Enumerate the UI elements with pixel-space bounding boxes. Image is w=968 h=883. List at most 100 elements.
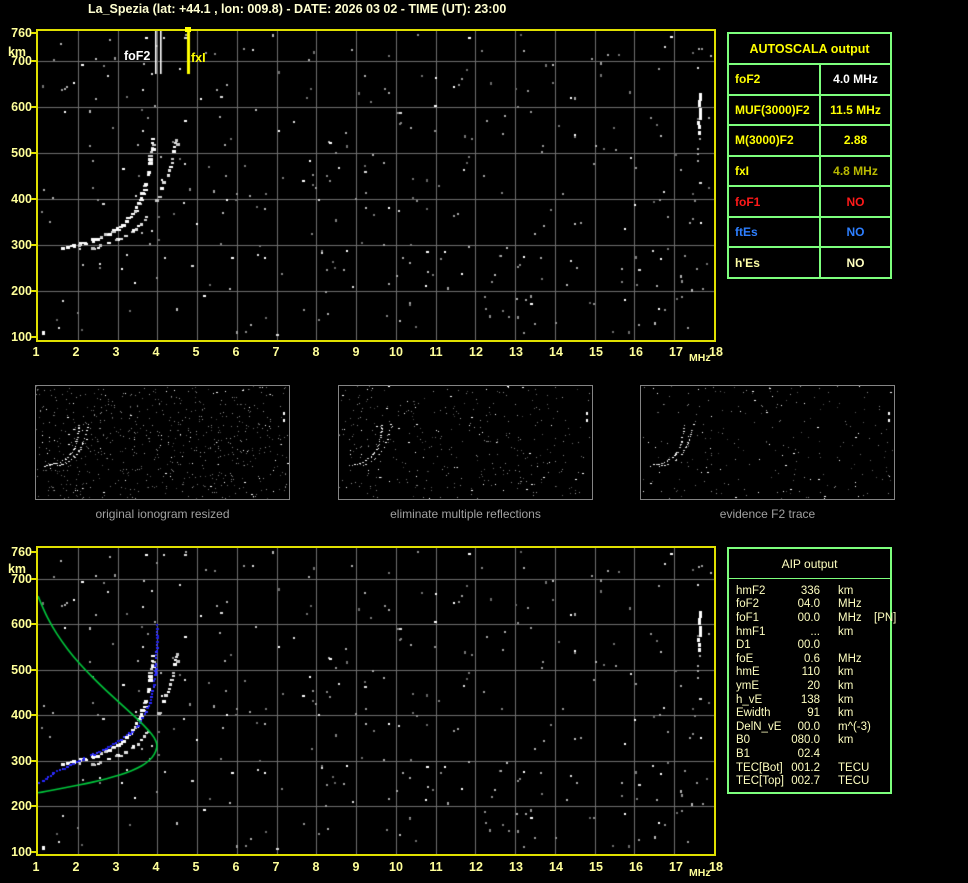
y-tick-mark: [31, 59, 36, 62]
aip-param-label: B1: [736, 747, 751, 760]
autoscala-window: La_Spezia (lat: +44.1 , lon: 009.8) - DA…: [0, 0, 968, 883]
x-tick-label: 11: [429, 345, 443, 359]
x-tick-label: 5: [192, 345, 200, 359]
aip-param-value: 0.6: [804, 652, 820, 665]
x-tick-label: 8: [312, 345, 320, 359]
aip-row: h_vE 138 km: [736, 693, 890, 707]
aip-param-label: hmF2: [736, 584, 766, 597]
aip-param-value: 02.4: [797, 747, 820, 760]
aip-row: hmF2 336 km: [736, 584, 890, 598]
y-tick-mark: [31, 197, 36, 200]
aip-param-value: 20: [807, 679, 820, 692]
x-tick-label: 7: [272, 860, 280, 874]
x-tick-label: 11: [429, 860, 443, 874]
autoscala-row: ftEs NO: [729, 217, 890, 249]
x-tick-label: 18: [709, 860, 723, 874]
aip-param-label: B0: [736, 734, 751, 747]
autoscala-row: foF2 4.0 MHz: [729, 65, 890, 96]
y-tick-label: 600: [11, 617, 32, 632]
y-tick-label: 500: [11, 145, 32, 160]
aip-param-label: DelN_vE: [736, 720, 782, 733]
aip-row: D1 00.0: [736, 638, 890, 652]
aip-row: foE 0.6 MHz: [736, 652, 890, 666]
y-tick-mark: [31, 105, 36, 108]
aip-param-value: 00.0: [797, 611, 820, 624]
aip-param-unit: TECU: [838, 761, 870, 774]
x-tick-label: 9: [352, 860, 360, 874]
thumb-evidence-caption: evidence F2 trace: [719, 507, 816, 521]
y-tick-mark: [31, 289, 36, 292]
x-tick-label: 7: [272, 345, 280, 359]
x-tick-label: 3: [112, 860, 120, 874]
aip-table-rows: hmF2 336 km foF2 04.0 MHz foF1 00.0 MHz [PN] hmF1.…: [729, 579, 896, 788]
x-tick-label: 12: [469, 345, 483, 359]
aip-param-unit: m^(-3): [838, 720, 871, 733]
y-tick-mark: [31, 32, 36, 34]
aip-row: B0 080.0 km: [736, 734, 890, 748]
y-tick-mark: [31, 668, 36, 671]
bottom-x-unit-label: MHz: [689, 867, 711, 879]
aip-table-title: AIP output: [729, 549, 890, 579]
x-tick-label: 2: [72, 860, 80, 874]
aip-param-extra: [PN]: [874, 611, 897, 624]
aip-param-unit: MHz: [838, 598, 862, 611]
y-tick-mark: [31, 577, 36, 580]
x-tick-label: 3: [112, 345, 120, 359]
x-tick-label: 17: [669, 860, 683, 874]
main-ionogram-canvas: [38, 31, 714, 340]
aip-row: hmE 110 km: [736, 666, 890, 680]
aip-row: hmF1... km: [736, 625, 890, 639]
x-tick-label: 1: [32, 345, 40, 359]
aip-param-value: 002.7: [791, 775, 820, 788]
y-tick-label: 400: [11, 191, 32, 206]
y-tick-mark: [31, 714, 36, 717]
thumb-original-caption: original ionogram resized: [95, 507, 230, 521]
x-tick-label: 13: [509, 860, 523, 874]
x-tick-label: 6: [232, 860, 240, 874]
autoscala-param-value: 4.8 MHz: [833, 164, 878, 179]
aip-param-value: 080.0: [791, 734, 820, 747]
autoscala-param-value: NO: [846, 255, 865, 270]
y-tick-label: 300: [11, 237, 32, 252]
x-tick-label: 12: [469, 860, 483, 874]
thumb-eliminate-reflections: [338, 385, 593, 500]
autoscala-param-label: foF2: [729, 65, 821, 94]
aip-param-unit: TECU: [838, 775, 870, 788]
aip-row: B1 02.4: [736, 747, 890, 761]
main-ionogram-plot: foF2 fxI: [36, 27, 716, 342]
thumb-original-canvas: [36, 386, 289, 499]
y-tick-label: 100: [11, 330, 32, 344]
y-tick-label: 700: [11, 53, 32, 68]
autoscala-param-label: h'Es: [729, 248, 821, 278]
x-tick-label: 13: [509, 345, 523, 359]
autoscala-param-value: NO: [846, 194, 865, 209]
autoscala-row: fxI 4.8 MHz: [729, 156, 890, 188]
aip-row: Ewidth 91 km: [736, 706, 890, 720]
autoscala-param-value: 2.88: [843, 133, 868, 148]
aip-param-value: 91: [807, 707, 820, 720]
aip-param-label: h_vE: [736, 693, 763, 706]
aip-param-label: TEC[Bot]: [736, 761, 783, 774]
x-tick-label: 10: [389, 345, 403, 359]
aip-param-value: 04.0: [797, 598, 820, 611]
aip-param-unit: MHz: [838, 611, 862, 624]
aip-param-unit: km: [838, 584, 854, 597]
autoscala-param-value: 4.0 MHz: [833, 72, 878, 87]
aip-param-label: D1: [736, 639, 751, 652]
thumb-evidence-f2: [640, 385, 895, 500]
aip-output-table: AIP output hmF2 336 km foF2 04.0 MHz foF1 00.0 M…: [727, 547, 896, 794]
y-tick-label: 500: [11, 662, 32, 677]
aip-row: ymE 20 km: [736, 679, 890, 693]
aip-param-unit: km: [838, 707, 854, 720]
aip-param-label: hmF1: [736, 625, 766, 638]
top-x-unit-label: MHz: [689, 352, 711, 364]
aip-param-value: 001.2: [791, 761, 820, 774]
y-tick-mark: [31, 151, 36, 154]
fxi-marker-cap: [185, 27, 191, 32]
autoscala-row: foF1 NO: [729, 187, 890, 218]
autoscala-param-value: NO: [846, 225, 865, 240]
y-tick-label: 700: [11, 571, 32, 586]
y-tick-label: 200: [11, 799, 32, 814]
y-tick-mark: [31, 336, 36, 338]
autoscala-param-value: 11.5 MHz: [830, 102, 881, 117]
